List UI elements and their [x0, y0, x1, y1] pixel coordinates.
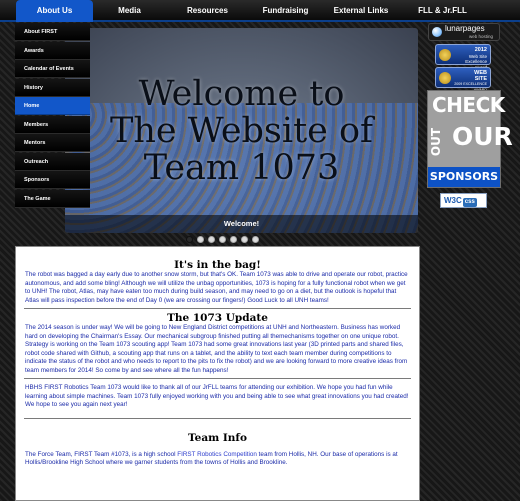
section-text: The 2014 season is under way! We will be… — [25, 324, 408, 374]
slider-heading-line: Team 1073 — [143, 148, 340, 188]
slider-heading-line: The Website of — [109, 111, 374, 151]
sidebar-item-mentors[interactable]: Mentors — [15, 134, 90, 152]
lunarpages-badge[interactable]: lunarpages web hosting — [428, 23, 500, 41]
slider-dot[interactable] — [241, 236, 248, 243]
divider — [24, 417, 411, 419]
nav-tab-fll-jr-fll[interactable]: FLL & Jr.FLL — [405, 0, 480, 22]
slider-pagination — [186, 236, 259, 243]
sidebar-item-members[interactable]: Members — [15, 115, 90, 134]
divider — [24, 378, 411, 379]
award-medal-icon — [439, 49, 451, 61]
award-medal-icon — [439, 72, 451, 84]
section-text: The Force Team, FIRST Team #1073, is a h… — [16, 451, 419, 468]
slider-dot[interactable] — [186, 236, 193, 243]
sponsors-word: OUT — [429, 127, 444, 157]
slider-dot[interactable] — [252, 236, 259, 243]
sidebar-item-sponsors[interactable]: Sponsors — [15, 171, 90, 189]
nav-tab-media[interactable]: Media — [97, 0, 162, 22]
slider-dot[interactable] — [230, 236, 237, 243]
sidebar-item-outreach[interactable]: Outreach — [15, 152, 90, 171]
sponsors-word: SPONSORS — [428, 167, 500, 187]
section-text: The robot was bagged a day early due to … — [25, 271, 408, 304]
divider — [24, 308, 411, 309]
slider-dot[interactable] — [197, 236, 204, 243]
slider-dot[interactable] — [208, 236, 215, 243]
nav-tab-external-links[interactable]: External Links — [325, 0, 397, 22]
welcome-slider[interactable]: Welcome to The Website of Team 1073 Welc… — [65, 28, 418, 233]
w3c-css-badge[interactable]: W3C css — [440, 193, 487, 208]
nav-tab-about-us[interactable]: About Us — [16, 0, 93, 22]
sidebar-item-calendar-of-events[interactable]: Calendar of Events — [15, 60, 90, 78]
sidebar-item-about-first[interactable]: About FIRST — [15, 23, 90, 41]
section-title: The 1073 Update — [167, 312, 268, 324]
section-text: HBHS FIRST Robotics Team 1073 would like… — [25, 384, 409, 408]
sponsors-banner[interactable]: CHECK OUT OUR SPONSORS — [427, 90, 513, 188]
slider-caption: Welcome! — [65, 215, 418, 233]
sponsors-word: CHECK — [432, 93, 505, 117]
slider-dot[interactable] — [219, 236, 226, 243]
slider-heading-line: Welcome to — [138, 74, 345, 114]
moon-icon — [432, 27, 442, 37]
award-badge-2012[interactable]: 2012 Web Site Excellence Award — [435, 44, 491, 70]
nav-tab-resources[interactable]: Resources — [170, 0, 245, 22]
sidebar-menu: About FIRST Awards Calendar of Events Hi… — [15, 23, 90, 208]
w3c-label: W3C — [444, 196, 462, 205]
award-badge-2009[interactable]: WEB SITE 2009 EXCELLENCE AWARD — [435, 67, 491, 92]
lunarpages-sub: web hosting — [469, 34, 494, 39]
sponsors-word: OUR — [452, 122, 513, 151]
lunarpages-name: lunarpages — [445, 24, 485, 33]
css-label: css — [462, 198, 477, 207]
sidebar-item-history[interactable]: History — [15, 78, 90, 97]
slider-heading: Welcome to The Website of Team 1073 — [65, 76, 418, 187]
sidebar-item-the-game[interactable]: The Game — [15, 189, 90, 208]
section-title: Team Info — [188, 431, 247, 444]
frc-link[interactable]: FIRST Robotics Competition — [177, 451, 257, 458]
sidebar-item-home[interactable]: Home — [15, 97, 90, 115]
main-content: It's in the bag! The robot was bagged a … — [15, 246, 420, 501]
sidebar-item-awards[interactable]: Awards — [15, 41, 90, 60]
text-span: The Force Team, FIRST Team #1073, is a h… — [25, 450, 178, 458]
section-title: It's in the bag! — [174, 259, 261, 271]
top-nav: About Us Media Resources Fundraising Ext… — [0, 0, 520, 22]
nav-tab-fundraising[interactable]: Fundraising — [248, 0, 323, 22]
